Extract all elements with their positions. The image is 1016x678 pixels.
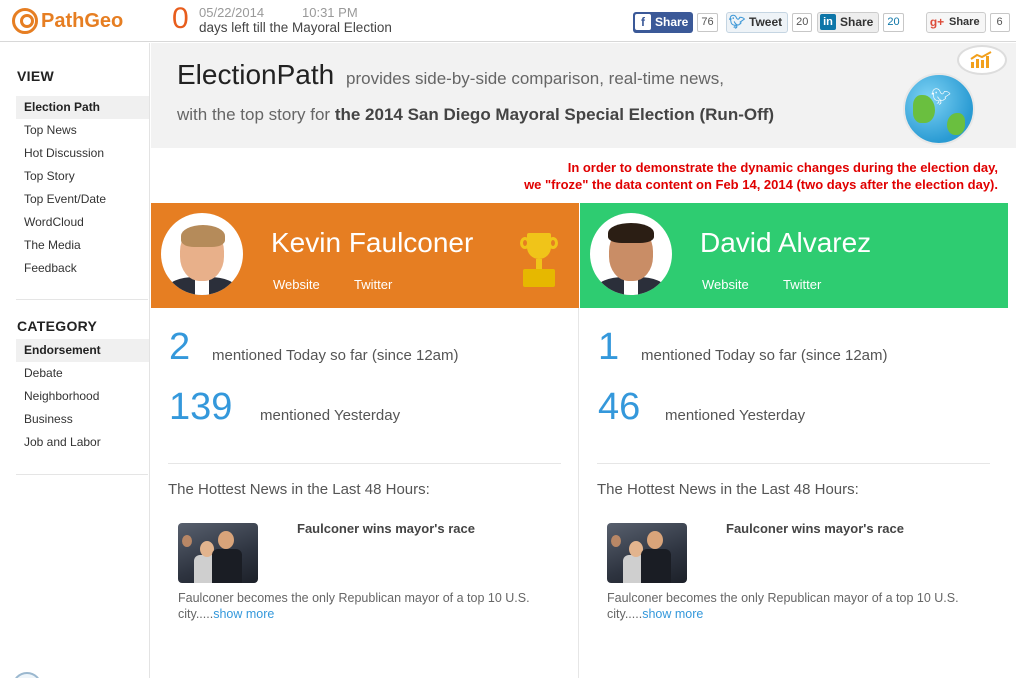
linkedin-icon: in <box>820 14 836 30</box>
sidebar-item-top-story[interactable]: Top Story <box>16 165 149 188</box>
countdown-time: 10:31 PM <box>302 5 358 20</box>
facebook-share-button[interactable]: f Share <box>633 11 694 33</box>
news-description: Faulconer becomes the only Republican ma… <box>178 590 558 622</box>
linkedin-share-count: 20 <box>883 12 904 32</box>
googleplus-share-button[interactable]: g+ Share <box>926 11 986 33</box>
sidebar-item-business[interactable]: Business <box>16 408 149 431</box>
sidebar: VIEW Election Path Top News Hot Discussi… <box>0 43 150 678</box>
sidebar-item-job-and-labor[interactable]: Job and Labor <box>16 431 149 454</box>
news-thumbnail[interactable] <box>607 523 687 583</box>
category-heading: CATEGORY <box>17 318 98 334</box>
linkedin-share-label: Share <box>840 15 874 29</box>
notice-line-1: In order to demonstrate the dynamic chan… <box>567 160 998 175</box>
today-mention-label: mentioned Today so far (since 12am) <box>641 347 888 364</box>
banner-subtitle: provides side-by-side comparison, real-t… <box>346 69 724 88</box>
candidate-column-faulconer: 2 mentioned Today so far (since 12am) 13… <box>151 308 579 678</box>
twitter-bird-icon: 🐦︎ <box>931 89 952 106</box>
view-heading: VIEW <box>17 68 54 84</box>
yesterday-mention-count: 46 <box>598 386 641 428</box>
yesterday-mention-label: mentioned Yesterday <box>260 407 401 424</box>
header-banner: ElectionPath provides side-by-side compa… <box>151 43 1016 148</box>
candidate-column-alvarez: 1 mentioned Today so far (since 12am) 46… <box>580 308 1008 678</box>
news-headline[interactable]: Faulconer wins mayor's race <box>726 521 904 536</box>
sidebar-item-the-media[interactable]: The Media <box>16 234 149 257</box>
avatar <box>590 213 672 295</box>
sidebar-item-debate[interactable]: Debate <box>16 362 149 385</box>
sidebar-item-top-event-date[interactable]: Top Event/Date <box>16 188 149 211</box>
candidate-twitter-link[interactable]: Twitter <box>783 277 821 292</box>
view-menu: Election Path Top News Hot Discussion To… <box>16 96 149 280</box>
candidate-website-link[interactable]: Website <box>702 277 749 292</box>
tweet-button[interactable]: 🐦︎ Tweet <box>726 11 789 33</box>
trend-arrow-icon <box>970 51 992 68</box>
googleplus-share-count: 6 <box>989 12 1010 32</box>
category-menu: Endorsement Debate Neighborhood Business… <box>16 339 149 454</box>
show-more-link[interactable]: show more <box>642 607 703 621</box>
notice-line-2: we "froze" the data content on Feb 14, 2… <box>524 177 998 192</box>
trend-chart-icon <box>957 45 1007 75</box>
banner-description: with the top story for the 2014 San Dieg… <box>177 105 774 125</box>
google-plus-icon: g+ <box>929 15 945 29</box>
countdown-label: days left till the Mayoral Election <box>199 20 392 35</box>
sidebar-item-neighborhood[interactable]: Neighborhood <box>16 385 149 408</box>
demo-notice: In order to demonstrate the dynamic chan… <box>524 159 998 193</box>
sidebar-divider <box>16 299 148 300</box>
logo-icon <box>12 8 38 34</box>
banner-title: ElectionPath provides side-by-side compa… <box>177 59 724 91</box>
linkedin-share-button[interactable]: in Share <box>817 11 880 33</box>
countdown-days: 0 <box>172 2 189 35</box>
banner-line2-prefix: with the top story for <box>177 105 331 124</box>
candidate-name: Kevin Faulconer <box>271 227 474 258</box>
election-name: the 2014 San Diego Mayoral Special Elect… <box>334 105 775 124</box>
sidebar-item-wordcloud[interactable]: WordCloud <box>16 211 149 234</box>
facebook-share-count: 76 <box>697 12 718 32</box>
top-bar: PathGeo 0 05/22/2014 10:31 PM days left … <box>0 0 1016 42</box>
column-divider <box>168 463 561 464</box>
candidate-name: David Alvarez <box>700 227 872 258</box>
candidate-website-link[interactable]: Website <box>273 277 320 292</box>
candidate-header-alvarez: David Alvarez Website Twitter <box>580 203 1008 308</box>
app-title: ElectionPath <box>177 59 335 90</box>
googleplus-share-label: Share <box>949 16 980 28</box>
sidebar-item-hot-discussion[interactable]: Hot Discussion <box>16 142 149 165</box>
yesterday-mention-label: mentioned Yesterday <box>665 407 806 424</box>
candidate-twitter-link[interactable]: Twitter <box>354 277 392 292</box>
pathgeo-logo[interactable]: PathGeo <box>12 8 123 34</box>
hottest-news-title: The Hottest News in the Last 48 Hours: <box>597 481 859 498</box>
twitter-icon: 🐦︎ <box>728 14 746 29</box>
today-mention-label: mentioned Today so far (since 12am) <box>212 347 459 364</box>
news-thumbnail[interactable] <box>178 523 258 583</box>
news-headline[interactable]: Faulconer wins mayor's race <box>297 521 475 536</box>
twitter-globe-icon: 🐦︎ <box>903 73 975 145</box>
column-divider <box>597 463 990 464</box>
facebook-share[interactable]: f Share 76 <box>633 11 718 33</box>
today-mention-count: 1 <box>598 326 620 368</box>
today-mention-count: 2 <box>169 326 191 368</box>
googleplus-share[interactable]: g+ Share 6 <box>926 11 1010 33</box>
sidebar-item-top-news[interactable]: Top News <box>16 119 149 142</box>
sidebar-divider <box>16 474 148 475</box>
logo-text: PathGeo <box>41 9 124 32</box>
twitter-share[interactable]: 🐦︎ Tweet 20 <box>726 11 813 33</box>
sidebar-item-endorsement[interactable]: Endorsement <box>16 339 149 362</box>
linkedin-share[interactable]: in Share 20 <box>817 11 904 33</box>
tweet-label: Tweet <box>749 15 783 29</box>
facebook-icon: f <box>635 14 651 30</box>
news-description: Faulconer becomes the only Republican ma… <box>607 590 987 622</box>
countdown-date: 05/22/2014 <box>199 5 265 20</box>
hottest-news-title: The Hottest News in the Last 48 Hours: <box>168 481 430 498</box>
trophy-icon <box>519 233 559 295</box>
show-more-link[interactable]: show more <box>213 607 274 621</box>
sidebar-item-election-path[interactable]: Election Path <box>16 96 149 119</box>
tweet-count: 20 <box>792 12 813 32</box>
sidebar-item-feedback[interactable]: Feedback <box>16 257 149 280</box>
yesterday-mention-count: 139 <box>169 386 233 428</box>
facebook-share-label: Share <box>655 15 689 29</box>
avatar <box>161 213 243 295</box>
candidate-header-faulconer: Kevin Faulconer Website Twitter <box>151 203 579 308</box>
